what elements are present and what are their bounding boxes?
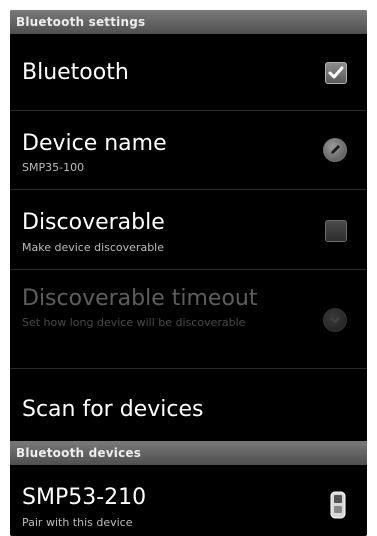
discoverable-timeout-label: Discoverable timeout [22,286,258,311]
bluetooth-checkbox[interactable] [325,62,347,84]
discoverable-row[interactable]: Discoverable Make device discoverable [10,190,367,269]
section-header-bluetooth-devices: Bluetooth devices [10,441,367,465]
timeout-dropdown-button [323,308,347,332]
device-pair-hint: Pair with this device [22,516,133,529]
discoverable-checkbox[interactable] [325,220,347,242]
device-list-item[interactable]: SMP53-210 Pair with this device [10,465,367,536]
discoverable-timeout-description: Set how long device will be discoverable [22,316,246,329]
scan-for-devices-label: Scan for devices [22,397,204,422]
discoverable-description: Make device discoverable [22,241,164,254]
edit-device-name-button[interactable] [323,138,347,162]
discoverable-label: Discoverable [22,210,165,235]
device-name-value: SMP35-100 [22,161,85,174]
device-name-label: Device name [22,131,167,156]
phone-icon [330,491,346,519]
chevron-down-icon [330,317,340,324]
settings-screen: Bluetooth settings Bluetooth Device name… [10,10,367,536]
checkmark-icon [328,66,344,79]
section-header-bluetooth-settings: Bluetooth settings [10,10,367,34]
device-name-row[interactable]: Device name SMP35-100 [10,111,367,189]
scan-for-devices-row[interactable]: Scan for devices [10,369,367,443]
pencil-icon [331,145,340,154]
discoverable-timeout-row: Discoverable timeout Set how long device… [10,270,367,368]
device-name: SMP53-210 [22,485,147,510]
bluetooth-label: Bluetooth [22,60,129,85]
bluetooth-toggle-row[interactable]: Bluetooth [10,34,367,110]
